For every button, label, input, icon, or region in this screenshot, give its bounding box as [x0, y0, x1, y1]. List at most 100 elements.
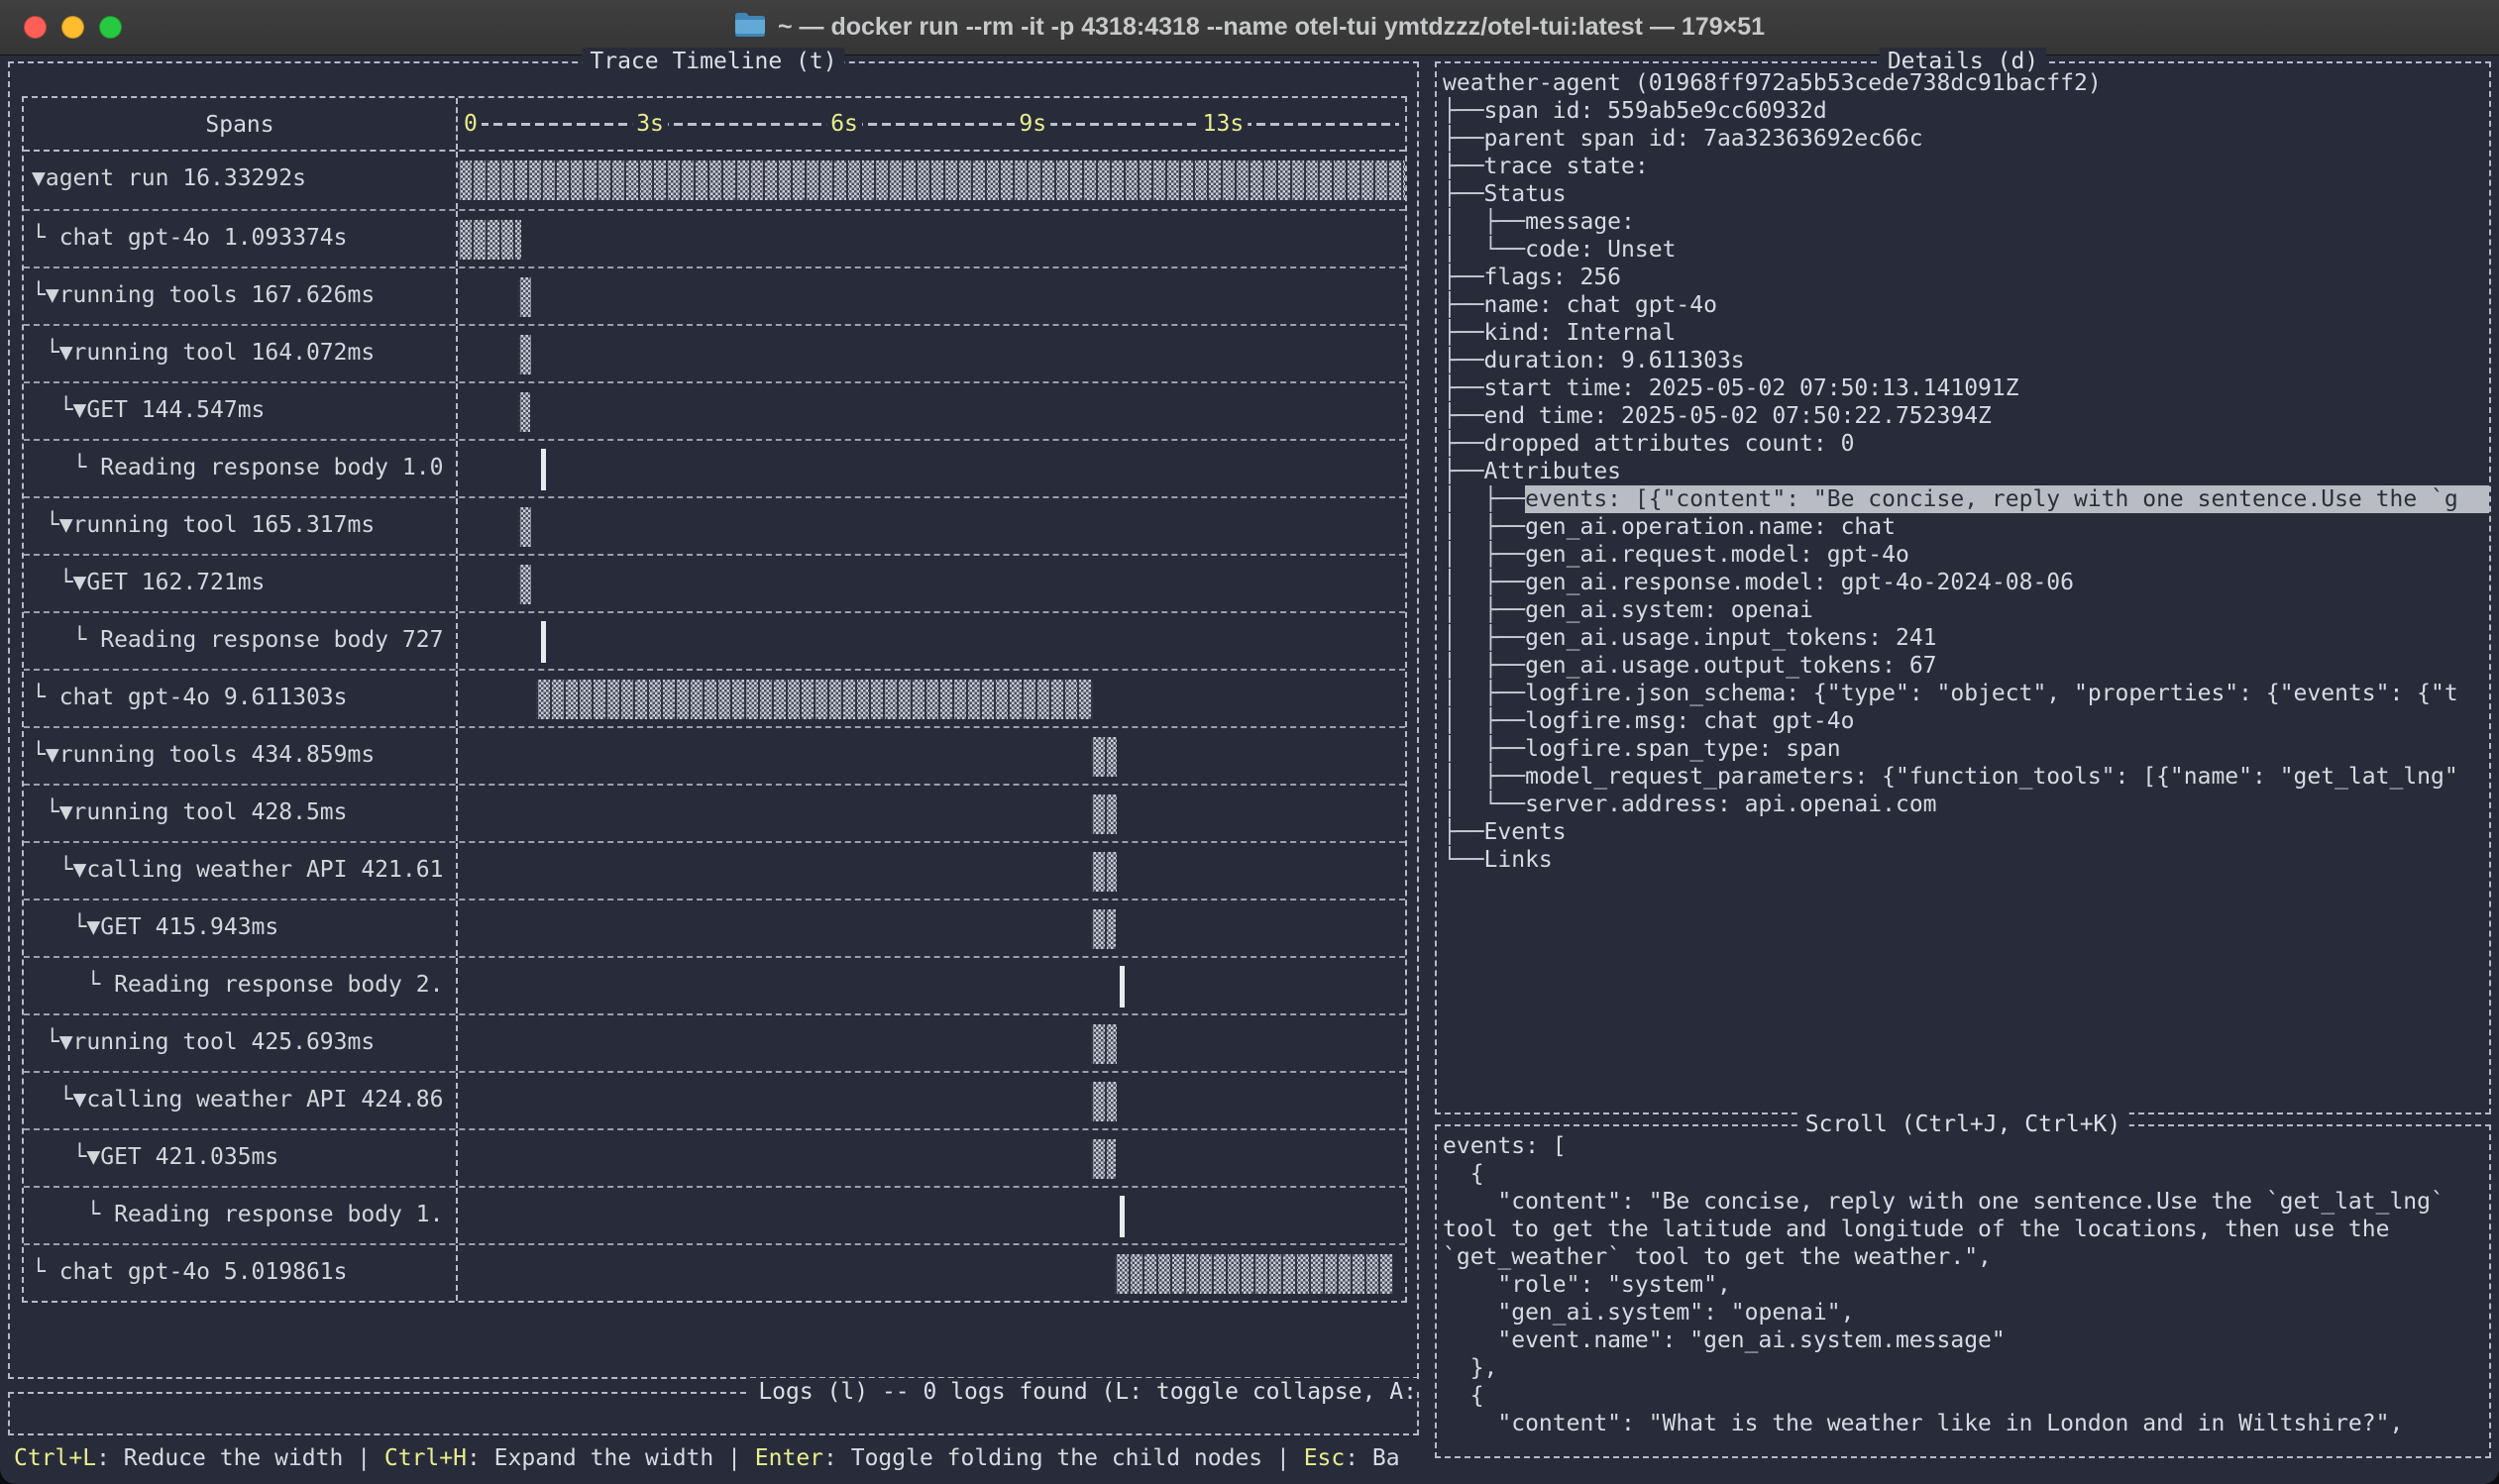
axis-tick: 0 [458, 110, 482, 138]
tree-node[interactable]: ├──Events [1443, 818, 2489, 846]
tree-node[interactable]: │ ├──gen_ai.system: openai [1443, 596, 2489, 624]
tree-node[interactable]: │ ├──logfire.span_type: span [1443, 735, 2489, 763]
tree-node-text: span id: 559ab5e9cc60932d [1484, 97, 1827, 125]
span-label: └▼running tool 425.693ms [24, 1015, 458, 1071]
span-duration-bar [458, 160, 1405, 200]
tree-node-text: Links [1484, 846, 1553, 874]
tree-node[interactable]: │ ├──message: [1443, 208, 2489, 236]
tree-node[interactable]: │ ├──events: [{"content": "Be concise, r… [1443, 485, 2489, 513]
span-row[interactable]: └▼running tools 434.859ms [24, 726, 1405, 784]
json-line: "content": "What is the weather like in … [1443, 1410, 2489, 1437]
tree-branch: ├── [1443, 180, 1484, 208]
json-line: "gen_ai.system": "openai", [1443, 1299, 2489, 1326]
tree-branch: │ ├── [1443, 763, 1525, 791]
scroll-content[interactable]: events: [ { "content": "Be concise, repl… [1437, 1126, 2489, 1456]
tree-node[interactable]: ├──Attributes [1443, 458, 2489, 485]
logs-panel[interactable]: Logs (l) -- 0 logs found (L: toggle coll… [8, 1392, 1419, 1435]
tree-node[interactable]: ├──trace state: [1443, 153, 2489, 180]
span-timeline-cell [458, 1188, 1405, 1243]
tree-node[interactable]: │ └──server.address: api.openai.com [1443, 791, 2489, 818]
tree-node[interactable]: │ ├──gen_ai.operation.name: chat [1443, 513, 2489, 541]
tree-branch: │ ├── [1443, 652, 1525, 680]
span-row[interactable]: └ Reading response body 1.0 [24, 439, 1405, 496]
tree-node[interactable]: ├──start time: 2025-05-02 07:50:13.14109… [1443, 374, 2489, 402]
status-key: Ctrl+L [14, 1445, 96, 1471]
tree-node[interactable]: ├──flags: 256 [1443, 264, 2489, 291]
status-separator: | [343, 1445, 384, 1471]
span-row[interactable]: └▼GET 144.547ms [24, 381, 1405, 439]
trace-timeline-panel-title: Trace Timeline (t) [582, 48, 844, 75]
tree-node[interactable]: ├──kind: Internal [1443, 319, 2489, 347]
tree-node[interactable]: │ ├──gen_ai.usage.input_tokens: 241 [1443, 624, 2489, 652]
tree-node-text: name: chat gpt-4o [1484, 291, 1717, 319]
span-event-marker [541, 621, 546, 663]
span-duration-bar [1091, 1082, 1118, 1121]
terminal-window: ~ — docker run --rm -it -p 4318:4318 --n… [0, 0, 2499, 1484]
tree-node[interactable]: ├──span id: 559ab5e9cc60932d [1443, 97, 2489, 125]
tree-node-text: gen_ai.response.model: gpt-4o-2024-08-06 [1525, 569, 2074, 596]
tree-node[interactable]: │ ├──logfire.json_schema: {"type": "obje… [1443, 680, 2489, 707]
tree-node[interactable]: ├──parent span id: 7aa32363692ec66c [1443, 125, 2489, 153]
span-duration-bar [518, 277, 530, 317]
span-row[interactable]: └▼GET 421.035ms [24, 1128, 1405, 1186]
span-label: └ chat gpt-4o 1.093374s [24, 211, 458, 266]
span-row[interactable]: └▼running tool 164.072ms [24, 324, 1405, 381]
traffic-lights [24, 0, 122, 54]
zoom-button[interactable] [99, 16, 122, 39]
span-row[interactable]: └▼running tool 428.5ms [24, 784, 1405, 841]
span-label: └ Reading response body 727 [24, 613, 458, 669]
span-row[interactable]: └ Reading response body 727 [24, 611, 1405, 669]
span-label: └▼GET 415.943ms [24, 901, 458, 956]
close-button[interactable] [24, 16, 47, 39]
tree-node[interactable]: │ ├──gen_ai.request.model: gpt-4o [1443, 541, 2489, 569]
span-row[interactable]: └▼running tools 167.626ms [24, 266, 1405, 324]
tree-node[interactable]: ├──Status [1443, 180, 2489, 208]
span-timeline-cell [458, 843, 1405, 899]
tree-node[interactable]: ├──dropped attributes count: 0 [1443, 430, 2489, 458]
span-row[interactable]: └▼GET 162.721ms [24, 554, 1405, 611]
tree-node[interactable]: ├──end time: 2025-05-02 07:50:22.752394Z [1443, 402, 2489, 430]
span-row[interactable]: ▼agent run 16.33292s [24, 152, 1405, 209]
span-timeline-cell [458, 383, 1405, 439]
json-line: events: [ [1443, 1132, 2489, 1160]
span-row[interactable]: └▼running tool 165.317ms [24, 496, 1405, 554]
status-bar: Ctrl+L: Reduce the width | Ctrl+H: Expan… [14, 1444, 1425, 1474]
span-label: └▼running tools 434.859ms [24, 728, 458, 784]
minimize-button[interactable] [61, 16, 84, 39]
tree-branch: │ ├── [1443, 624, 1525, 652]
tree-node[interactable]: │ ├──gen_ai.response.model: gpt-4o-2024-… [1443, 569, 2489, 596]
tree-node[interactable]: │ ├──model_request_parameters: {"functio… [1443, 763, 2489, 791]
axis-tick: 9s [1015, 110, 1050, 138]
span-timeline-cell [458, 728, 1405, 784]
span-row[interactable]: └▼calling weather API 424.86 [24, 1071, 1405, 1128]
span-row[interactable]: └ chat gpt-4o 9.611303s [24, 669, 1405, 726]
tree-branch: ├── [1443, 347, 1484, 374]
span-label: ▼agent run 16.33292s [24, 152, 458, 209]
span-row[interactable]: └ chat gpt-4o 1.093374s [24, 209, 1405, 266]
tree-node[interactable]: │ └──code: Unset [1443, 236, 2489, 264]
span-row[interactable]: └▼GET 415.943ms [24, 899, 1405, 956]
spans-table: Spans 03s6s9s13s ▼agent run 16.33292s└ c… [22, 96, 1407, 1303]
tree-branch: ├── [1443, 264, 1484, 291]
tree-branch: ├── [1443, 430, 1484, 458]
status-separator: | [713, 1445, 755, 1471]
axis-tick: 3s [632, 110, 668, 138]
tree-branch: ├── [1443, 291, 1484, 319]
tree-node[interactable]: ├──duration: 9.611303s [1443, 347, 2489, 374]
tree-node[interactable]: weather-agent (01968ff972a5b53cede738dc9… [1443, 69, 2489, 97]
span-row[interactable]: └ Reading response body 2. [24, 956, 1405, 1013]
tree-node[interactable]: │ ├──gen_ai.usage.output_tokens: 67 [1443, 652, 2489, 680]
tree-branch: │ └── [1443, 236, 1525, 264]
status-key: Esc [1304, 1445, 1346, 1471]
span-row[interactable]: └▼calling weather API 421.61 [24, 841, 1405, 899]
span-rows: ▼agent run 16.33292s└ chat gpt-4o 1.0933… [24, 152, 1405, 1301]
span-row[interactable]: └ chat gpt-4o 5.019861s [24, 1243, 1405, 1301]
tree-node[interactable]: └──Links [1443, 846, 2489, 874]
span-timeline-cell [458, 786, 1405, 841]
tree-node[interactable]: │ ├──logfire.msg: chat gpt-4o [1443, 707, 2489, 735]
tree-node-text: start time: 2025-05-02 07:50:13.141091Z [1484, 374, 2019, 402]
span-timeline-cell [458, 1130, 1405, 1186]
span-row[interactable]: └▼running tool 425.693ms [24, 1013, 1405, 1071]
span-row[interactable]: └ Reading response body 1. [24, 1186, 1405, 1243]
tree-node[interactable]: ├──name: chat gpt-4o [1443, 291, 2489, 319]
